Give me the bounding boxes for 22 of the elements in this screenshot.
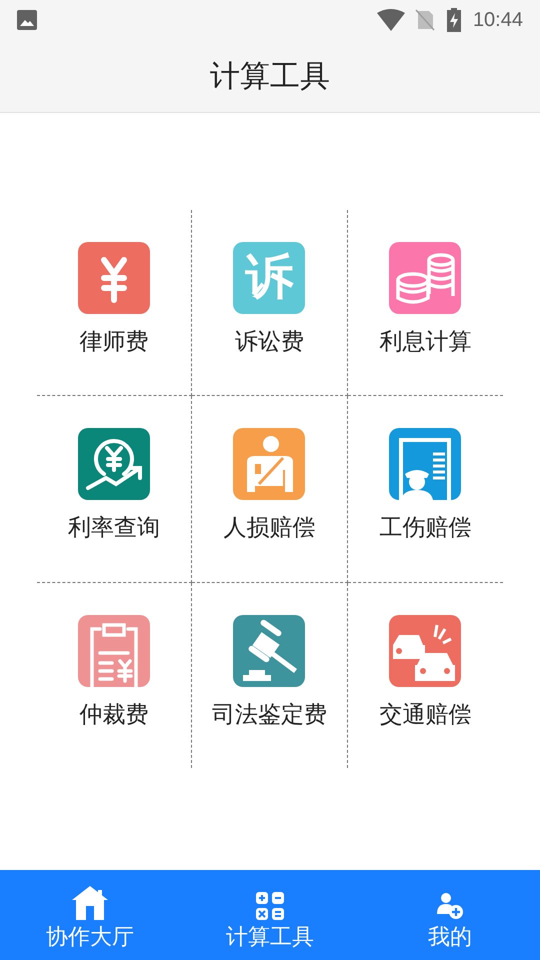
tool-label[interactable]: 律师费: [80, 330, 149, 353]
tool-label[interactable]: 利率查询: [68, 516, 160, 540]
page-title: 计算工具: [210, 58, 330, 94]
tool-label[interactable]: 司法鉴定费: [212, 702, 327, 726]
tool-label[interactable]: 工伤赔偿: [379, 516, 472, 540]
nav-tab[interactable]: 计算工具: [180, 870, 360, 960]
tool-label[interactable]: 交通赔偿: [379, 702, 472, 726]
battery-charging-icon: [446, 8, 461, 32]
image-icon: [17, 10, 37, 30]
user-add-icon: [436, 892, 464, 920]
tool-label[interactable]: 仲裁费: [80, 702, 149, 726]
nav-tab[interactable]: 协作大厅: [0, 870, 180, 960]
tile-icon: 诉: [233, 242, 306, 314]
tool-label[interactable]: 利息计算: [379, 330, 472, 353]
tool-label[interactable]: 诉讼费: [234, 330, 304, 353]
home-icon: [72, 886, 108, 920]
calculator-icon: [256, 892, 284, 920]
no-sim-icon: [414, 9, 435, 31]
clock: 10:44: [472, 8, 523, 33]
nav-tab[interactable]: 我的: [360, 870, 540, 960]
wifi-icon: [376, 9, 405, 31]
tool-label[interactable]: 人损赔偿: [223, 516, 316, 540]
